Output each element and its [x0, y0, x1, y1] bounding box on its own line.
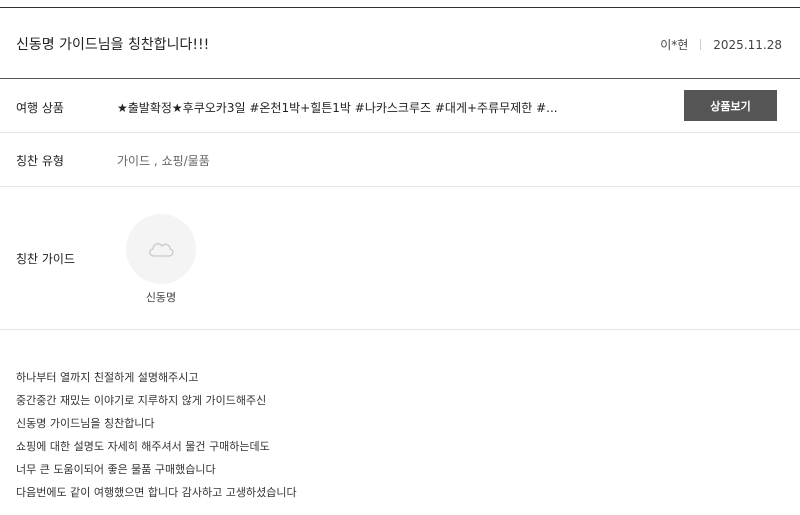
view-product-button[interactable]: 상품보기: [684, 90, 777, 121]
review-body-line: 신동명 가이드님을 칭찬합니다: [16, 417, 155, 430]
review-author: 이*현: [660, 38, 689, 52]
praise-type-value: 가이드 , 쇼핑/물품: [117, 154, 210, 168]
meta-separator: [700, 39, 702, 50]
review-date: 2025.11.28: [713, 37, 782, 52]
review-detail: 신동명 가이드님을 칭찬합니다!!! 이*현 2025.11.28 여행 상품 …: [0, 0, 800, 515]
review-body-line: 너무 큰 도움이되어 좋은 물품 구매했습니다: [16, 463, 216, 476]
row-divider: [0, 132, 800, 133]
row-divider: [0, 186, 800, 187]
cloud-placeholder-icon: [149, 243, 174, 257]
header-divider: [0, 78, 800, 79]
review-body-line: 하나부터 열까지 친절하게 설명해주시고: [16, 371, 199, 384]
review-body: 하나부터 열까지 친절하게 설명해주시고 중간중간 재밌는 이야기로 지루하지 …: [16, 366, 297, 504]
review-body-line: 쇼핑에 대한 설명도 자세히 해주셔서 물건 구매하는데도: [16, 440, 270, 453]
product-label: 여행 상품: [16, 101, 64, 115]
review-header: 신동명 가이드님을 칭찬합니다!!! 이*현 2025.11.28: [0, 8, 800, 78]
row-divider: [0, 329, 800, 330]
review-body-line: 다음번에도 같이 여행했으면 합니다 감사하고 고생하셨습니다: [16, 486, 297, 499]
review-meta: 이*현 2025.11.28: [660, 36, 782, 53]
guide-avatar: [126, 214, 196, 284]
praise-guide-label: 칭찬 가이드: [16, 252, 76, 266]
review-title: 신동명 가이드님을 칭찬합니다!!!: [16, 37, 210, 53]
review-body-line: 중간중간 재밌는 이야기로 지루하지 않게 가이드해주신: [16, 394, 267, 407]
praise-type-label: 칭찬 유형: [16, 154, 64, 168]
product-value: ★출발확정★후쿠오카3일 #온천1박+힐튼1박 #나카스크루즈 #대게+주류무제…: [117, 101, 558, 115]
guide-name: 신동명: [145, 291, 177, 304]
